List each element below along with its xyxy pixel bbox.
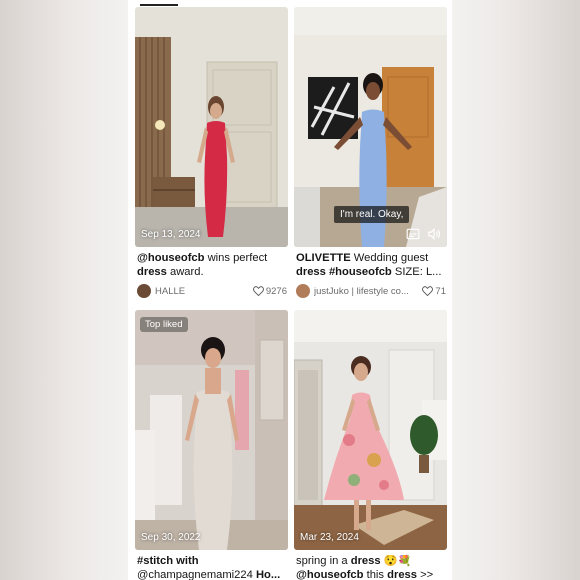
video-grid-feed: Sep 13, 2024 @houseofcb wins perfect dre…: [128, 0, 452, 580]
post-caption[interactable]: @houseofcb wins perfect dress award.: [137, 252, 287, 279]
captions-icon[interactable]: [406, 227, 420, 241]
video-thumbnail[interactable]: Mar 23, 2024: [294, 310, 447, 550]
post-date: Mar 23, 2024: [300, 532, 359, 543]
avatar[interactable]: [137, 284, 151, 298]
post-date: Sep 13, 2024: [141, 229, 201, 240]
video-subtitle: I'm real. Okay,: [334, 206, 410, 223]
video-thumbnail[interactable]: Sep 13, 2024: [135, 7, 288, 247]
post-meta: HALLE 9276: [137, 283, 287, 299]
like-count: 9276: [252, 286, 287, 297]
volume-icon[interactable]: [427, 227, 441, 241]
post-meta: justJuko | lifestyle co... 71: [296, 283, 446, 299]
video-thumbnail-image: [135, 7, 288, 247]
author-name[interactable]: HALLE: [155, 286, 249, 297]
top-scroll-indicator: [140, 4, 178, 6]
video-thumbnail[interactable]: Top liked Sep 30, 2022: [135, 310, 288, 550]
avatar[interactable]: [296, 284, 310, 298]
top-liked-badge: Top liked: [140, 317, 188, 332]
heart-icon: [422, 286, 434, 296]
video-thumbnail-image: [135, 310, 288, 550]
post-caption[interactable]: OLIVETTE Wedding guest dress #houseofcb …: [296, 252, 446, 279]
post-date: Sep 30, 2022: [141, 532, 201, 543]
post-caption[interactable]: spring in a dress 😯💐 @houseofcb this dre…: [296, 555, 446, 580]
like-count: 71: [422, 286, 446, 297]
author-name[interactable]: justJuko | lifestyle co...: [314, 286, 418, 297]
video-thumbnail-image: [294, 310, 447, 550]
video-thumbnail[interactable]: I'm real. Okay,: [294, 7, 447, 247]
post-caption[interactable]: #stitch with @champagnemami224 Ho...: [137, 555, 287, 580]
heart-icon: [252, 286, 264, 296]
